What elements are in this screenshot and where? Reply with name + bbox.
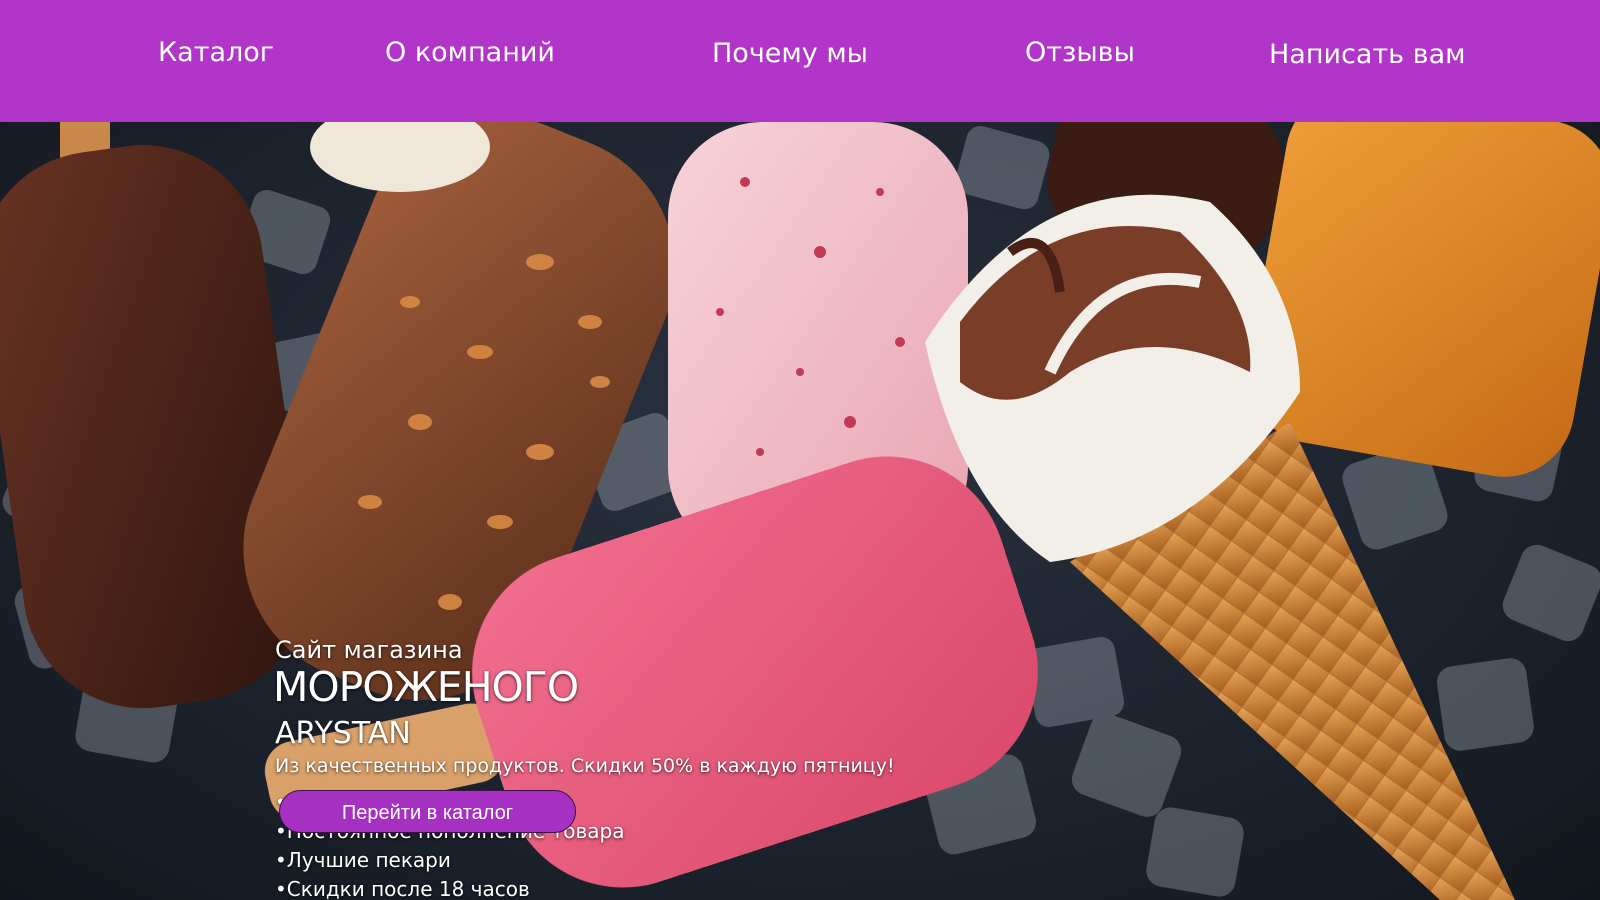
- nav-link-reviews[interactable]: Отзывы: [1025, 37, 1135, 69]
- ice-cream-hero-image: [0, 122, 1600, 900]
- nav-link-contact[interactable]: Написать вам: [1269, 39, 1466, 71]
- feature-item: •Лучшие пекари: [275, 848, 451, 872]
- go-to-catalog-button[interactable]: Перейти в каталог: [279, 790, 576, 833]
- nav-link-catalog[interactable]: Каталог: [158, 37, 274, 69]
- hero-title: МОРОЖЕНОГО: [273, 663, 579, 711]
- nav-link-why-us[interactable]: Почему мы: [712, 38, 868, 70]
- brand-name: ARYSTAN: [275, 716, 411, 751]
- hero-pre-title: Сайт магазина: [275, 636, 463, 664]
- hero-subtitle: Из качественных продуктов. Скидки 50% в …: [275, 755, 895, 777]
- feature-item: •Скидки после 18 часов: [275, 877, 530, 900]
- nav-link-about[interactable]: О компаний: [385, 37, 555, 69]
- top-navigation: Каталог О компаний Почему мы Отзывы Напи…: [0, 0, 1600, 123]
- hero-section: Сайт магазина МОРОЖЕНОГО ARYSTAN Из каче…: [0, 122, 1600, 900]
